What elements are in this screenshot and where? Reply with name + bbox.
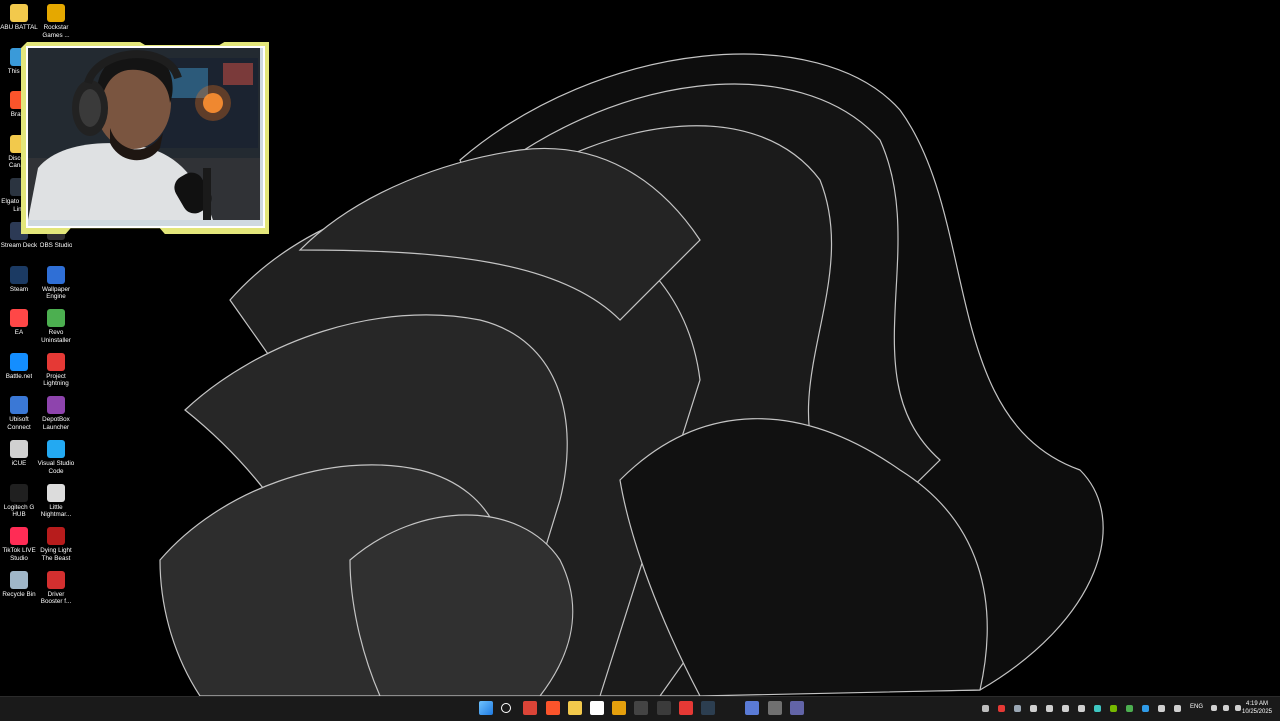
webcam-overlay <box>21 42 269 234</box>
tray-mic-icon[interactable] <box>1174 705 1181 712</box>
wifi-icon <box>1223 705 1229 711</box>
desktop-shortcut[interactable]: DepotBox Launcher <box>37 393 75 431</box>
vscode-icon <box>47 440 65 458</box>
logitech-g-hub-icon <box>10 483 28 502</box>
desktop-shortcut[interactable]: Steam <box>0 263 38 294</box>
desktop-shortcut-label: Wallpaper Engine <box>41 285 71 301</box>
desktop-shortcut-label: Revo Uninstaller <box>41 329 71 344</box>
teams-icon[interactable] <box>789 701 804 715</box>
desktop-shortcut-label: Dying Light The Beast <box>40 547 72 562</box>
project-lightning-icon <box>47 352 65 371</box>
github-desktop-icon[interactable] <box>656 701 671 715</box>
desktop-shortcut-label: Stream Deck <box>0 242 38 249</box>
revo-uninstaller-icon <box>47 309 65 328</box>
chrome-icon[interactable] <box>523 701 538 715</box>
search-icon[interactable] <box>501 703 512 713</box>
ubisoft-connect-icon <box>10 396 28 415</box>
tray-globe-icon[interactable] <box>1062 705 1069 712</box>
taskbar-app-4-icon[interactable] <box>767 701 782 715</box>
streamelements-icon[interactable] <box>678 701 693 715</box>
desktop-shortcut-label: Little Nightmar... <box>40 503 72 519</box>
clock-time: 4:19 AM <box>1245 701 1268 707</box>
desktop-shortcut-label: Visual Studio Code <box>37 460 75 475</box>
tray-nvidia-icon[interactable] <box>1110 705 1117 712</box>
taskbar: ENG 4:19 AM 10/25/2025 <box>0 696 1280 721</box>
desktop-shortcut[interactable]: ABU BATTAL <box>0 1 38 32</box>
tray-arrow-icon[interactable] <box>1078 705 1085 712</box>
desktop-shortcut-label: iCUE <box>11 460 27 467</box>
ea-icon <box>10 309 28 328</box>
tray-lock-icon[interactable] <box>1158 705 1165 712</box>
desktop-shortcut-label: Steam <box>9 285 29 293</box>
folder-icon <box>10 4 28 22</box>
taskbar-app-icon[interactable] <box>701 701 715 715</box>
clock-date: 10/25/2025 <box>1241 709 1273 715</box>
recycle-bin-icon <box>10 570 28 589</box>
webcam-feed-image <box>28 48 260 220</box>
rockstar-icon <box>47 4 65 22</box>
desktop-shortcut-label: Rockstar Games ... <box>42 24 70 39</box>
desktop-shortcut-label: Logitech G HUB <box>3 503 35 519</box>
tray-spark-icon[interactable] <box>982 705 989 712</box>
battlenet-icon <box>10 352 28 371</box>
desktop-shortcut-label: ABU BATTAL <box>0 24 38 31</box>
depotbox-launcher-icon <box>47 396 65 415</box>
desktop-shortcut-label: Project Lightning <box>43 372 69 388</box>
display-icon <box>1211 705 1217 711</box>
desktop-shortcut[interactable]: Battle.net <box>0 350 38 381</box>
desktop-shortcut[interactable]: TikTok LIVE Studio <box>0 524 38 562</box>
desktop-shortcut[interactable]: Recycle Bin <box>0 568 38 599</box>
desktop-shortcut-label: Battle.net <box>5 372 33 380</box>
tray-shield-icon[interactable] <box>998 705 1005 712</box>
desktop-shortcut[interactable]: Revo Uninstaller <box>37 306 75 344</box>
plex-icon[interactable] <box>612 701 627 715</box>
desktop-shortcut-label: Recycle Bin <box>2 590 36 598</box>
driver-booster-icon <box>47 570 65 589</box>
desktop-shortcut[interactable]: Project Lightning <box>37 350 75 388</box>
desktop-shortcut-label: EA <box>14 329 24 337</box>
file-explorer-icon[interactable] <box>567 701 582 715</box>
tray-network-icon[interactable] <box>1094 705 1101 712</box>
tray-sync-icon[interactable] <box>1142 705 1149 712</box>
brave-icon[interactable] <box>545 701 560 715</box>
desktop-shortcut[interactable]: Little Nightmar... <box>37 481 75 519</box>
language-indicator[interactable]: ENG <box>1190 704 1203 710</box>
taskbar-app-2-icon[interactable] <box>723 701 738 715</box>
dying-light-icon <box>47 527 65 546</box>
desktop-shortcut[interactable]: EA <box>0 306 38 337</box>
obs-icon[interactable] <box>634 701 649 715</box>
steam-icon <box>10 265 28 284</box>
wallpaper-engine-icon <box>47 265 65 284</box>
tray-steam-icon[interactable] <box>1014 705 1021 712</box>
desktop-shortcut-label: Ubisoft Connect <box>7 416 31 431</box>
little-nightmares-icon <box>47 483 65 502</box>
icue-icon <box>10 440 28 458</box>
desktop-shortcut[interactable]: Ubisoft Connect <box>0 393 38 431</box>
desktop-shortcut[interactable]: iCUE <box>0 437 38 468</box>
desktop-shortcut[interactable]: Wallpaper Engine <box>37 263 75 301</box>
store-icon[interactable] <box>590 701 604 715</box>
desktop-shortcut-label: DepotBox Launcher <box>42 416 70 431</box>
desktop-shortcut[interactable]: Logitech G HUB <box>0 481 38 519</box>
start-icon[interactable] <box>479 701 493 715</box>
desktop-shortcut[interactable]: Driver Booster f... <box>37 568 75 606</box>
desktop-shortcut[interactable]: Dying Light The Beast <box>37 524 75 562</box>
desktop-shortcut-label: OBS Studio <box>39 242 73 249</box>
tray-settings-icon[interactable] <box>1030 705 1037 712</box>
desktop-shortcut-label: TikTok LIVE Studio <box>2 547 36 562</box>
tiktok-live-studio-icon <box>10 527 28 546</box>
tray-green-icon[interactable] <box>1126 705 1133 712</box>
desktop-shortcut[interactable]: Visual Studio Code <box>37 437 75 475</box>
desktop-shortcut[interactable]: Rockstar Games ... <box>37 1 75 39</box>
desktop-shortcut-label: Driver Booster f... <box>40 590 72 606</box>
clock[interactable]: 4:19 AM 10/25/2025 <box>1238 700 1276 716</box>
taskbar-app-3-icon[interactable] <box>745 701 760 715</box>
tray-link-icon[interactable] <box>1046 705 1053 712</box>
